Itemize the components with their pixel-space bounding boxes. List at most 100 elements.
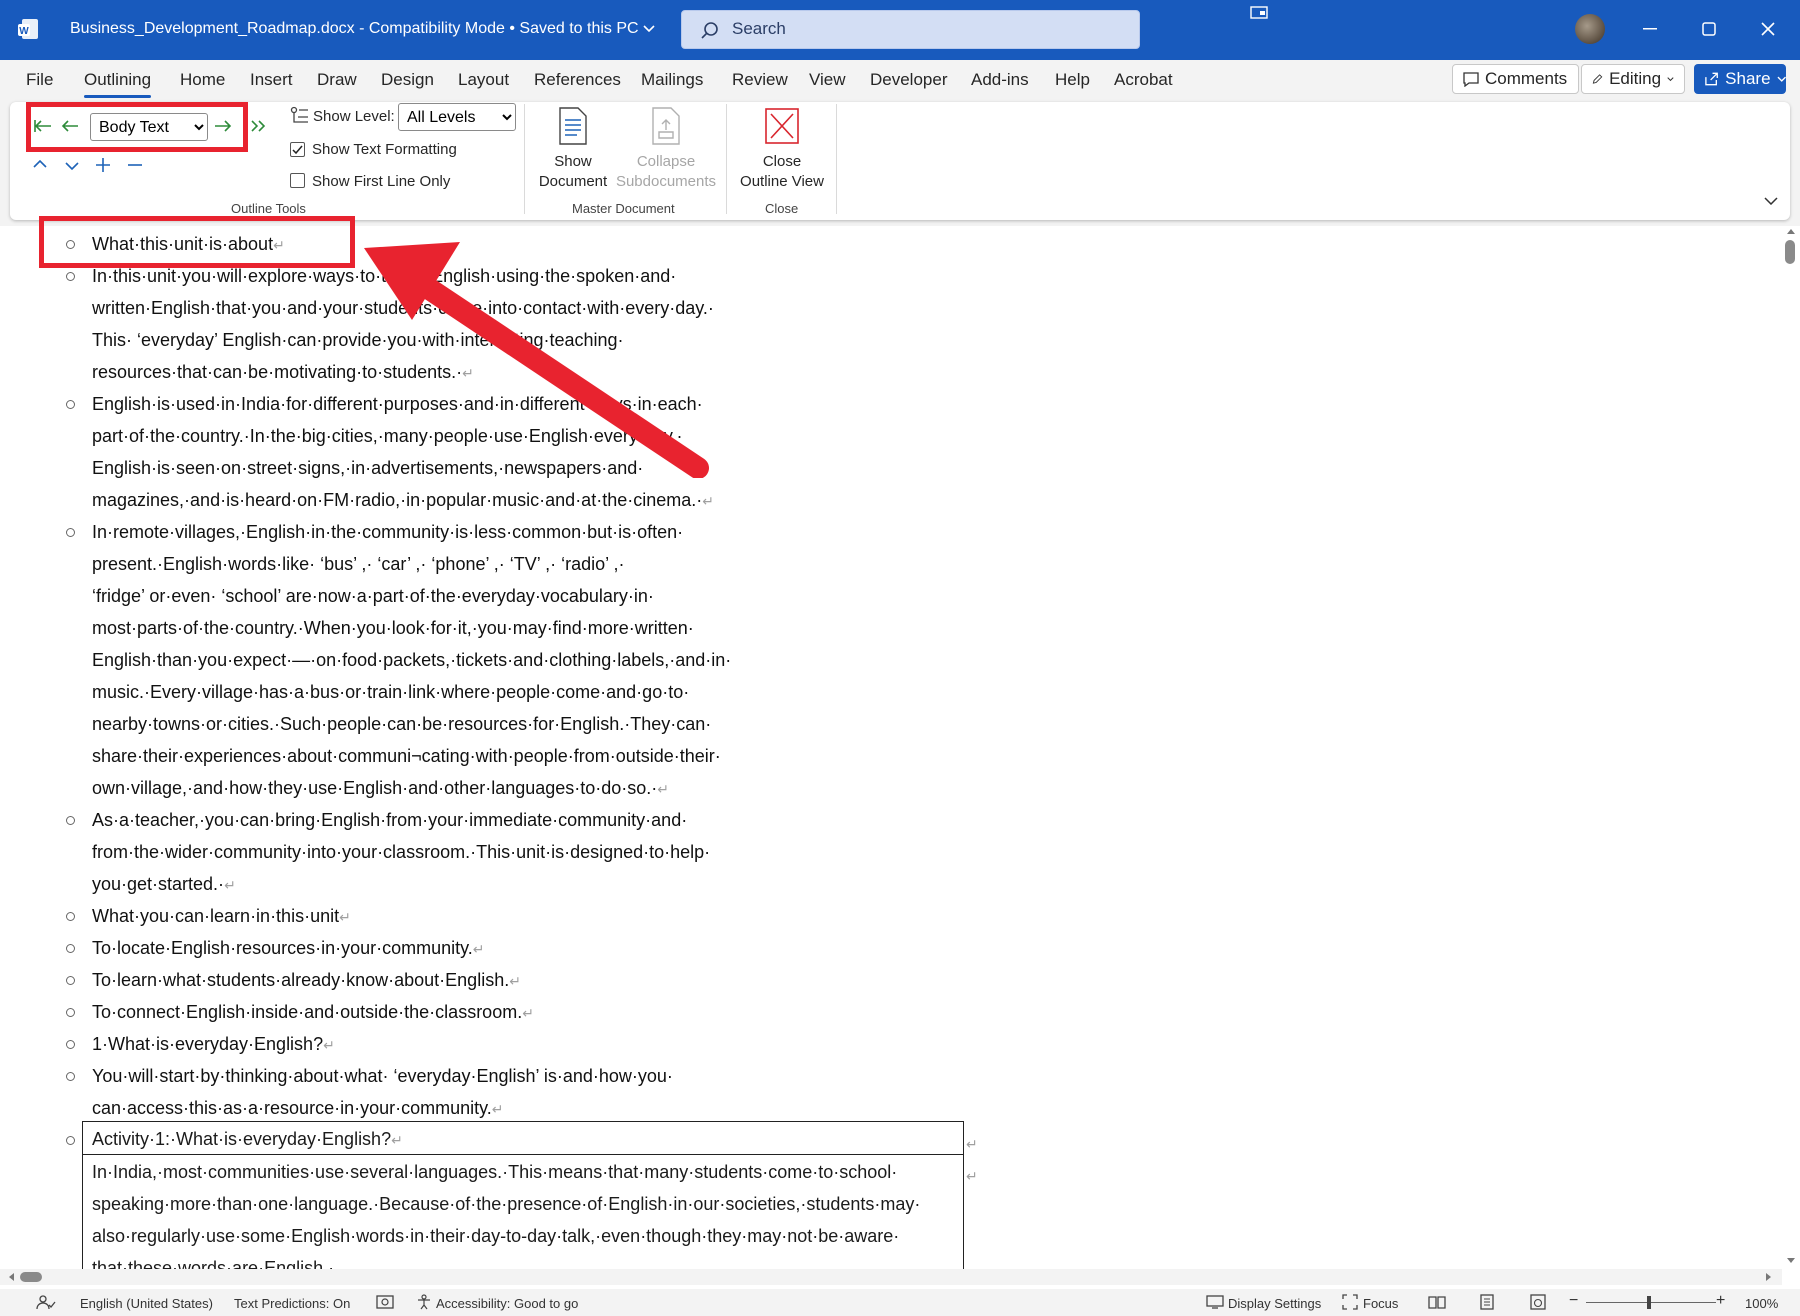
outline-paragraph-line[interactable]: present.·English·words·like· ‘bus’ ,· ‘c…: [92, 548, 625, 580]
tab-references[interactable]: References: [534, 70, 621, 90]
document-area[interactable]: What·this·unit·is·about↵In·this·unit·you…: [0, 226, 1782, 1269]
tab-design[interactable]: Design: [381, 70, 434, 90]
collapse-subdocuments-button[interactable]: Collapse Subdocuments: [614, 106, 718, 192]
expand-icon[interactable]: [95, 157, 111, 173]
outline-paragraph-line[interactable]: ‘fridge’ or·even· ‘school’ are·now·a·par…: [92, 580, 654, 612]
table-body-line[interactable]: speaking·more·than·one·language.·Because…: [92, 1189, 920, 1219]
tab-mailings[interactable]: Mailings: [641, 70, 703, 90]
tab-draw[interactable]: Draw: [317, 70, 357, 90]
focus-button[interactable]: Focus: [1363, 1296, 1398, 1311]
scroll-left-icon[interactable]: [6, 1272, 16, 1282]
show-document-button[interactable]: Show Document: [534, 106, 612, 192]
tab-add-ins[interactable]: Add-ins: [971, 70, 1029, 90]
table-body-cell[interactable]: In·India,·most·communities·use·several·l…: [83, 1155, 963, 1269]
tab-review[interactable]: Review: [732, 70, 788, 90]
outline-paragraph-line[interactable]: share·their·experiences·about·communi¬ca…: [92, 740, 721, 772]
tab-view[interactable]: View: [809, 70, 846, 90]
tab-layout[interactable]: Layout: [458, 70, 509, 90]
table-header-cell[interactable]: Activity·1:·What·is·everyday·English?↵: [83, 1122, 963, 1155]
scroll-up-icon[interactable]: [1786, 226, 1796, 236]
outline-paragraph-line[interactable]: most·parts·of·the·country.·When·you·look…: [92, 612, 694, 644]
table-body-line[interactable]: In·India,·most·communities·use·several·l…: [92, 1157, 897, 1187]
outline-bullet[interactable]: [66, 912, 75, 921]
outline-paragraph-line[interactable]: In·remote·villages,·English·in·the·commu…: [92, 516, 683, 548]
outline-paragraph-line[interactable]: from·the·wider·community·into·your·class…: [92, 836, 710, 868]
zoom-level[interactable]: 100%: [1745, 1296, 1778, 1311]
zoom-slider-thumb[interactable]: [1647, 1296, 1651, 1309]
outline-paragraph-line[interactable]: music.·Every·village·has·a·bus·or·train·…: [92, 676, 689, 708]
text-predictions-status[interactable]: Text Predictions: On: [234, 1296, 350, 1311]
close-window-icon[interactable]: [1761, 22, 1775, 36]
outline-bullet[interactable]: [66, 272, 75, 281]
tab-file[interactable]: File: [26, 70, 53, 90]
vertical-scrollbar[interactable]: [1782, 226, 1800, 1269]
scroll-down-icon[interactable]: [1786, 1256, 1796, 1266]
outline-bullet[interactable]: [66, 400, 75, 409]
show-text-formatting-checkbox[interactable]: [290, 142, 305, 157]
tab-home[interactable]: Home: [180, 70, 225, 90]
outline-paragraph-line[interactable]: As·a·teacher,·you·can·bring·English·from…: [92, 804, 687, 836]
tab-insert[interactable]: Insert: [250, 70, 293, 90]
tab-developer[interactable]: Developer: [870, 70, 948, 90]
outline-paragraph-line[interactable]: What·you·can·learn·in·this·unit↵: [92, 900, 351, 933]
monitor-icon[interactable]: [1250, 6, 1268, 20]
outline-paragraph-line[interactable]: To·connect·English·inside·and·outside·th…: [92, 996, 534, 1029]
search-input[interactable]: [732, 19, 1112, 39]
word-app-icon[interactable]: W: [16, 16, 42, 42]
tab-outlining[interactable]: Outlining: [84, 70, 152, 98]
tab-help[interactable]: Help: [1055, 70, 1090, 90]
display-settings-button[interactable]: Display Settings: [1228, 1296, 1321, 1311]
demote-to-body-text-icon[interactable]: [249, 116, 269, 136]
activity-table[interactable]: Activity·1:·What·is·everyday·English?↵ I…: [82, 1121, 964, 1269]
macro-icon[interactable]: [376, 1295, 394, 1309]
editing-mode-button[interactable]: Editing: [1581, 64, 1685, 94]
outline-bullet[interactable]: [66, 528, 75, 537]
language-status[interactable]: English (United States): [80, 1296, 213, 1311]
outline-bullet[interactable]: [66, 1008, 75, 1017]
avatar[interactable]: [1575, 14, 1605, 44]
zoom-in-button[interactable]: +: [1716, 1292, 1725, 1310]
share-button[interactable]: Share: [1694, 64, 1786, 94]
zoom-out-button[interactable]: −: [1569, 1292, 1578, 1310]
scroll-thumb[interactable]: [1785, 240, 1795, 264]
document-title[interactable]: Business_Development_Roadmap.docx - Comp…: [70, 20, 655, 38]
outline-paragraph-line[interactable]: you·get·started.·↵: [92, 868, 236, 901]
move-up-icon[interactable]: [32, 158, 48, 170]
web-layout-icon[interactable]: [1530, 1294, 1546, 1310]
outline-paragraph-line[interactable]: 1·What·is·everyday·English?↵: [92, 1028, 335, 1061]
close-outline-view-button[interactable]: Close Outline View: [734, 106, 830, 192]
outline-paragraph-line[interactable]: To·learn·what·students·already·know·abou…: [92, 964, 521, 997]
minimize-icon[interactable]: [1643, 28, 1657, 30]
tab-acrobat[interactable]: Acrobat: [1114, 70, 1173, 90]
scroll-right-icon[interactable]: [1764, 1272, 1774, 1282]
outline-bullet[interactable]: [66, 1136, 75, 1145]
outline-paragraph-line[interactable]: English·than·you·expect·—·on·food·packet…: [92, 644, 731, 676]
collapse-icon[interactable]: [127, 157, 143, 173]
search-box[interactable]: [681, 10, 1140, 49]
outline-paragraph-line[interactable]: nearby·towns·or·cities.·Such·people·can·…: [92, 708, 711, 740]
show-level-select[interactable]: All Levels: [398, 103, 516, 131]
outline-bullet[interactable]: [66, 944, 75, 953]
zoom-slider[interactable]: [1586, 1302, 1716, 1303]
outline-bullet[interactable]: [66, 1072, 75, 1081]
table-body-line[interactable]: also·regularly·use·some·English·words·in…: [92, 1221, 899, 1251]
outline-paragraph-line[interactable]: To·locate·English·resources·in·your·comm…: [92, 932, 485, 965]
outline-paragraph-line[interactable]: You·will·start·by·thinking·about·what· ‘…: [92, 1060, 673, 1092]
ribbon-collapse-chevron-icon[interactable]: [1764, 197, 1778, 205]
show-first-line-only-checkbox[interactable]: [290, 173, 305, 188]
proofing-icon[interactable]: [36, 1294, 56, 1310]
horizontal-scrollbar[interactable]: [0, 1269, 1782, 1285]
hscroll-thumb[interactable]: [20, 1272, 42, 1282]
outline-paragraph-line[interactable]: magazines,·and·is·heard·on·FM·radio,·in·…: [92, 484, 714, 517]
read-mode-icon[interactable]: [1428, 1295, 1446, 1309]
outline-bullet[interactable]: [66, 1040, 75, 1049]
print-layout-icon[interactable]: [1480, 1294, 1494, 1310]
outline-bullet[interactable]: [66, 976, 75, 985]
outline-bullet[interactable]: [66, 816, 75, 825]
table-body-line[interactable]: that·these·words·are·English.·: [92, 1253, 334, 1269]
accessibility-status[interactable]: Accessibility: Good to go: [436, 1296, 578, 1311]
outline-paragraph-line[interactable]: own·village,·and·how·they·use·English·an…: [92, 772, 669, 805]
maximize-icon[interactable]: [1702, 22, 1716, 36]
comments-button[interactable]: Comments: [1452, 64, 1579, 94]
move-down-icon[interactable]: [64, 160, 80, 172]
